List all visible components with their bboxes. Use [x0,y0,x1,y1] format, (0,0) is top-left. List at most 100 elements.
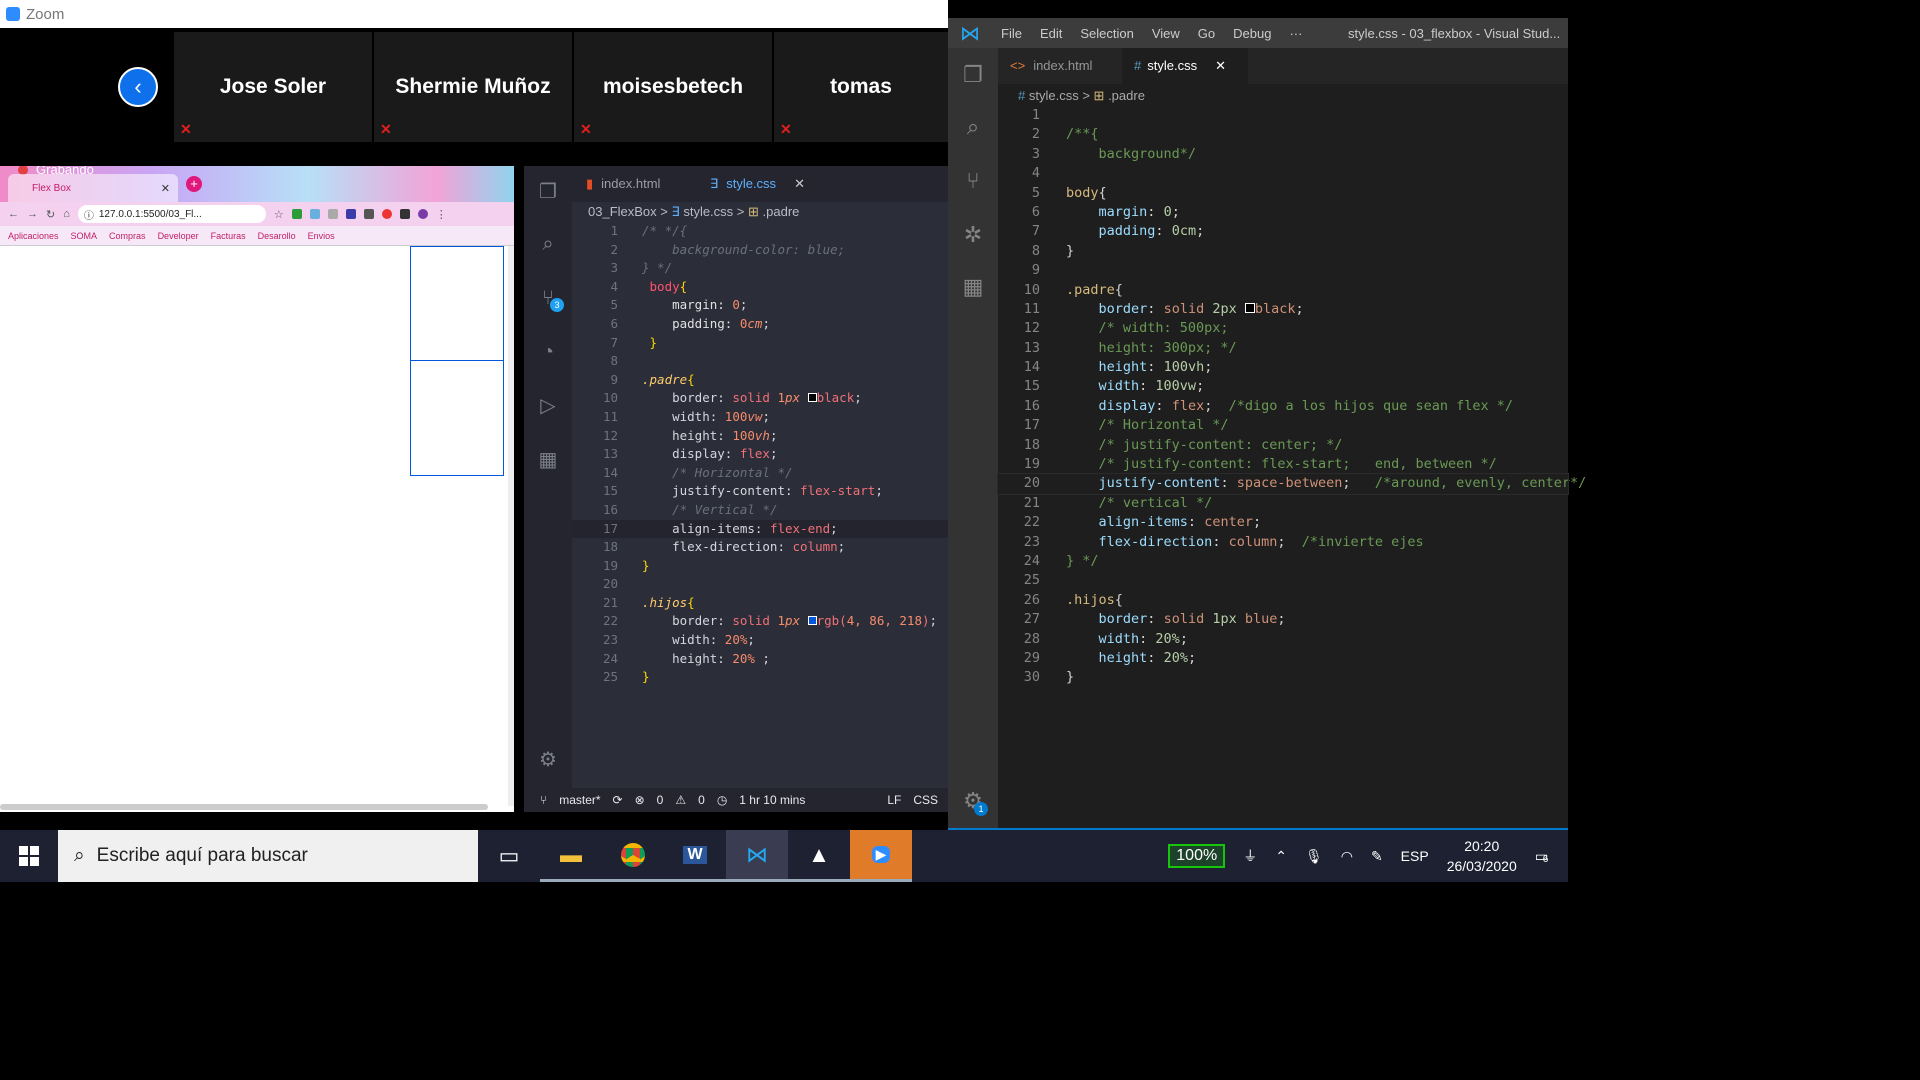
new-tab-button[interactable]: + [186,176,202,192]
code-editor[interactable]: 1 2/**{ 3 background*/ 4 5 body{ 6 margin… [997,106,1586,688]
browser-toolbar: ← → ↻ ⌂ ⓘ 127.0.0.1:5500/03_Fl... ☆ ⋮ [0,202,514,226]
chevron-up-icon[interactable]: ⌃ [1275,848,1287,865]
branch-name[interactable]: master* [559,793,600,807]
bookmark-item[interactable]: Facturas [211,231,246,241]
language-mode[interactable]: CSS [913,793,938,807]
code-line: 1/* */{ [610,223,688,238]
participant-tile[interactable]: moisesbetech ✕ [574,32,772,142]
code-line: 17 /* Horizontal */ [1023,417,1229,434]
chrome-icon[interactable] [602,830,664,882]
bookmark-item[interactable]: Aplicaciones [8,231,59,241]
search-icon[interactable]: ⌕ [960,114,986,140]
tab-index-html[interactable]: ▮ index.html [586,166,660,202]
extension-icon[interactable] [399,209,410,219]
back-icon[interactable]: ← [8,208,19,220]
code-line: 22 border: solid 1px rgb(4, 86, 218); [602,613,938,629]
time-tracker[interactable]: 1 hr 10 mins [739,793,805,807]
close-icon[interactable]: ✕ [794,176,805,191]
extensions-icon[interactable]: ▦ [960,274,986,300]
bookmark-item[interactable]: Developer [158,231,199,241]
sync-icon[interactable]: ⟳ [613,793,623,807]
task-view-icon[interactable]: ▭ [478,830,540,882]
warnings-count[interactable]: 0 [698,793,705,807]
run-debug-icon[interactable]: ▷ [536,394,560,418]
participant-tile[interactable]: Jose Soler ✕ [174,32,372,142]
wifi-icon[interactable]: ◠ [1341,848,1353,865]
close-icon[interactable]: ✕ [1215,58,1226,73]
participant-tile[interactable]: Shermie Muñoz ✕ [374,32,572,142]
participant-tile[interactable]: tomas ✕ [774,32,948,142]
photos-icon[interactable]: ▲ [788,830,850,882]
menu-more[interactable]: ··· [1280,26,1311,41]
extensions-icon[interactable]: ▦ [536,448,560,472]
menu-go[interactable]: Go [1189,26,1224,41]
power-plug-icon[interactable]: ⏚ [1243,846,1257,866]
language-indicator[interactable]: ESP [1401,848,1429,864]
extension-icon[interactable] [327,209,338,219]
bookmark-item[interactable]: Envios [308,231,335,241]
breadcrumb-item[interactable]: .padre [763,204,800,219]
start-button[interactable] [0,830,58,882]
gear-icon[interactable]: ⚙ [536,748,560,772]
home-icon[interactable]: ⌂ [63,208,70,220]
reload-icon[interactable]: ↻ [46,208,55,221]
breadcrumb-item[interactable]: 03_FlexBox [588,204,657,219]
battery-indicator[interactable]: 100% [1168,844,1226,868]
tab-style-css[interactable]: ∃ style.css ✕ [710,166,805,202]
extension-icon[interactable] [309,209,320,219]
menu-edit[interactable]: Edit [1031,26,1071,41]
zoom-icon[interactable]: ▶ [850,830,912,882]
avatar[interactable] [417,209,428,219]
tab-style-css[interactable]: # style.css ✕ [1122,48,1248,84]
breadcrumb-item[interactable]: style.css [683,204,733,219]
menu-debug[interactable]: Debug [1224,26,1280,41]
code-line: 14 /* Horizontal */ [602,464,793,480]
problems-count[interactable]: 0 [657,793,664,807]
extension-icon[interactable] [291,209,302,219]
forward-icon[interactable]: → [27,208,38,220]
search-icon[interactable]: ⌕ [536,232,560,256]
source-control-icon[interactable]: ⑂ 3 [536,286,564,312]
bookmark-item[interactable]: SOMA [71,231,98,241]
breadcrumb-item[interactable]: .padre [1108,88,1145,103]
eol-indicator[interactable]: LF [887,793,901,807]
browser-tab[interactable]: Flex Box ✕ [8,174,178,202]
menu-view[interactable]: View [1143,26,1189,41]
menu-file[interactable]: File [992,26,1031,41]
explorer-icon[interactable]: ❐ [536,180,560,204]
word-icon[interactable]: W [664,830,726,882]
code-line: 4 [1031,165,1040,182]
bookmark-item[interactable]: Compras [109,231,146,241]
breadcrumb-item[interactable]: style.css [1029,88,1079,103]
extension-icon[interactable] [381,209,392,219]
extension-icon[interactable] [345,209,356,219]
explorer-icon[interactable]: ❐ [960,62,986,88]
git-graph-icon[interactable]: ◔ [536,340,560,364]
extension-icon[interactable] [363,209,374,219]
code-line: 26 .hijos{ [1023,591,1123,608]
clock[interactable]: 20:20 26/03/2020 [1447,836,1517,876]
bookmark-item[interactable]: Desarollo [258,231,296,241]
star-icon[interactable]: ☆ [274,208,284,221]
address-bar[interactable]: ⓘ 127.0.0.1:5500/03_Fl... [77,205,266,223]
horizontal-scrollbar[interactable] [0,804,488,810]
vscode-icon[interactable]: ⋈ [726,830,788,882]
source-control-icon[interactable]: ⑂ [960,168,986,194]
code-editor[interactable]: 1/* */{ 2 background-color: blue; 3} */ … [572,222,948,687]
debug-icon[interactable]: ✲ [960,222,986,248]
pen-icon[interactable]: ✎ [1371,848,1383,865]
notifications-icon[interactable]: ▭ 6 [1535,848,1549,865]
gear-icon[interactable]: ⚙ 1 [960,788,988,816]
file-explorer-icon[interactable]: ▬ [540,830,602,882]
vertical-scrollbar[interactable] [508,246,514,806]
tab-index-html[interactable]: <> index.html [998,48,1104,84]
browser-window: Grabando Flex Box ✕ + ← → ↻ ⌂ ⓘ 127.0.0.… [0,166,514,812]
windows-logo-icon [19,846,39,866]
css-file-icon: # [1018,88,1026,103]
taskbar-search[interactable]: ⌕ Escribe aquí para buscar [58,830,478,882]
close-tab-icon[interactable]: ✕ [161,182,170,195]
microphone-icon[interactable]: 🎙 [1305,848,1323,865]
menu-selection[interactable]: Selection [1071,26,1142,41]
previous-page-button[interactable]: ‹ [118,67,158,107]
menu-icon[interactable]: ⋮ [436,208,447,221]
